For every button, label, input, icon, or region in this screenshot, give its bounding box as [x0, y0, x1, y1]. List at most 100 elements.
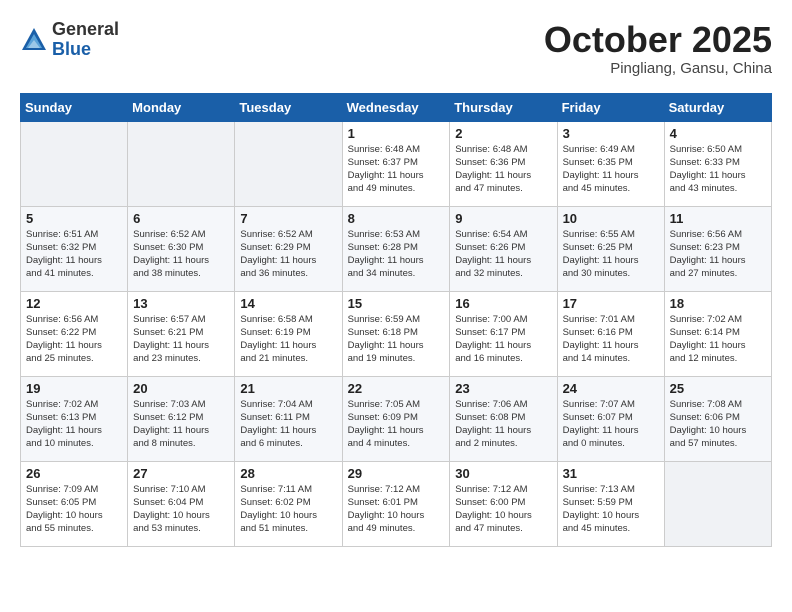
calendar-day-2: 2Sunrise: 6:48 AM Sunset: 6:36 PM Daylig… [450, 121, 557, 206]
day-info: Sunrise: 7:07 AM Sunset: 6:07 PM Dayligh… [563, 398, 659, 451]
day-info: Sunrise: 7:13 AM Sunset: 5:59 PM Dayligh… [563, 483, 659, 536]
calendar-day-29: 29 Sunrise: 7:12 AM Sunset: 6:01 PM Dayli… [342, 461, 450, 546]
calendar-day-11: 11Sunrise: 6:56 AM Sunset: 6:23 PM Dayli… [664, 206, 771, 291]
day-info: Sunrise: 7:08 AM Sunset: 6:06 PM Dayligh… [670, 398, 766, 451]
day-number: 6 [133, 211, 229, 226]
day-number: 17 [563, 296, 659, 311]
calendar-day-empty [664, 461, 771, 546]
calendar-day-24: 24Sunrise: 7:07 AM Sunset: 6:07 PM Dayli… [557, 376, 664, 461]
day-info: Sunrise: 6:50 AM Sunset: 6:33 PM Dayligh… [670, 143, 766, 196]
day-number: 22 [348, 381, 445, 396]
logo-icon [20, 26, 48, 54]
day-number: 23 [455, 381, 551, 396]
weekday-header-sunday: Sunday [21, 93, 128, 121]
day-info: Sunrise: 6:56 AM Sunset: 6:22 PM Dayligh… [26, 313, 122, 366]
day-number: 25 [670, 381, 766, 396]
day-number: 9 [455, 211, 551, 226]
day-number: 26 [26, 466, 122, 481]
day-number: 3 [563, 126, 659, 141]
calendar-day-22: 22 Sunrise: 7:05 AM Sunset: 6:09 PM Dayli… [342, 376, 450, 461]
day-info: Sunrise: 7:02 AM Sunset: 6:13 PM Dayligh… [26, 398, 122, 451]
day-info: Sunrise: 6:55 AM Sunset: 6:25 PM Dayligh… [563, 228, 659, 281]
day-info: Sunrise: 7:10 AM Sunset: 6:04 PM Dayligh… [133, 483, 229, 536]
day-info: Sunrise: 7:06 AM Sunset: 6:08 PM Dayligh… [455, 398, 551, 451]
calendar-week-3: 12 Sunrise: 6:56 AM Sunset: 6:22 PM Dayli… [21, 291, 772, 376]
page-header: General Blue October 2025 Pingliang, Gan… [20, 20, 772, 77]
day-info: Sunrise: 6:57 AM Sunset: 6:21 PM Dayligh… [133, 313, 229, 366]
day-number: 7 [240, 211, 336, 226]
calendar-day-30: 30 Sunrise: 7:12 AM Sunset: 6:00 PM Dayli… [450, 461, 557, 546]
day-info: Sunrise: 6:52 AM Sunset: 6:29 PM Dayligh… [240, 228, 336, 281]
day-number: 28 [240, 466, 336, 481]
calendar-day-4: 4Sunrise: 6:50 AM Sunset: 6:33 PM Daylig… [664, 121, 771, 206]
weekday-header-friday: Friday [557, 93, 664, 121]
day-number: 27 [133, 466, 229, 481]
day-number: 14 [240, 296, 336, 311]
day-number: 16 [455, 296, 551, 311]
calendar-day-10: 10 Sunrise: 6:55 AM Sunset: 6:25 PM Dayli… [557, 206, 664, 291]
day-number: 20 [133, 381, 229, 396]
calendar-day-18: 18 Sunrise: 7:02 AM Sunset: 6:14 PM Dayli… [664, 291, 771, 376]
day-info: Sunrise: 7:09 AM Sunset: 6:05 PM Dayligh… [26, 483, 122, 536]
calendar-day-17: 17 Sunrise: 7:01 AM Sunset: 6:16 PM Dayli… [557, 291, 664, 376]
day-number: 19 [26, 381, 122, 396]
calendar-day-8: 8Sunrise: 6:53 AM Sunset: 6:28 PM Daylig… [342, 206, 450, 291]
day-number: 13 [133, 296, 229, 311]
calendar-body: 1 Sunrise: 6:48 AM Sunset: 6:37 PM Daylig… [21, 121, 772, 546]
day-info: Sunrise: 7:12 AM Sunset: 6:01 PM Dayligh… [348, 483, 445, 536]
calendar-day-empty [21, 121, 128, 206]
calendar-day-28: 28 Sunrise: 7:11 AM Sunset: 6:02 PM Dayli… [235, 461, 342, 546]
day-info: Sunrise: 6:48 AM Sunset: 6:37 PM Dayligh… [348, 143, 445, 196]
weekday-header-thursday: Thursday [450, 93, 557, 121]
calendar-week-4: 19 Sunrise: 7:02 AM Sunset: 6:13 PM Dayli… [21, 376, 772, 461]
calendar-day-25: 25 Sunrise: 7:08 AM Sunset: 6:06 PM Dayli… [664, 376, 771, 461]
calendar-day-empty [235, 121, 342, 206]
day-number: 18 [670, 296, 766, 311]
day-number: 10 [563, 211, 659, 226]
logo: General Blue [20, 20, 119, 60]
day-info: Sunrise: 7:05 AM Sunset: 6:09 PM Dayligh… [348, 398, 445, 451]
day-number: 11 [670, 211, 766, 226]
day-info: Sunrise: 6:54 AM Sunset: 6:26 PM Dayligh… [455, 228, 551, 281]
calendar-day-1: 1 Sunrise: 6:48 AM Sunset: 6:37 PM Daylig… [342, 121, 450, 206]
day-info: Sunrise: 7:12 AM Sunset: 6:00 PM Dayligh… [455, 483, 551, 536]
day-number: 15 [348, 296, 445, 311]
day-info: Sunrise: 7:01 AM Sunset: 6:16 PM Dayligh… [563, 313, 659, 366]
day-info: Sunrise: 7:03 AM Sunset: 6:12 PM Dayligh… [133, 398, 229, 451]
weekday-header-wednesday: Wednesday [342, 93, 450, 121]
day-number: 5 [26, 211, 122, 226]
day-info: Sunrise: 6:49 AM Sunset: 6:35 PM Dayligh… [563, 143, 659, 196]
location-subtitle: Pingliang, Gansu, China [544, 60, 772, 77]
day-info: Sunrise: 7:04 AM Sunset: 6:11 PM Dayligh… [240, 398, 336, 451]
calendar-day-27: 27 Sunrise: 7:10 AM Sunset: 6:04 PM Dayli… [128, 461, 235, 546]
month-title: October 2025 [544, 20, 772, 60]
calendar-table: SundayMondayTuesdayWednesdayThursdayFrid… [20, 93, 772, 547]
calendar-day-7: 7 Sunrise: 6:52 AM Sunset: 6:29 PM Daylig… [235, 206, 342, 291]
calendar-day-5: 5 Sunrise: 6:51 AM Sunset: 6:32 PM Daylig… [21, 206, 128, 291]
day-number: 29 [348, 466, 445, 481]
calendar-week-1: 1 Sunrise: 6:48 AM Sunset: 6:37 PM Daylig… [21, 121, 772, 206]
calendar-day-16: 16 Sunrise: 7:00 AM Sunset: 6:17 PM Dayli… [450, 291, 557, 376]
day-info: Sunrise: 7:02 AM Sunset: 6:14 PM Dayligh… [670, 313, 766, 366]
calendar-week-5: 26 Sunrise: 7:09 AM Sunset: 6:05 PM Dayli… [21, 461, 772, 546]
calendar-day-empty [128, 121, 235, 206]
logo-text: General Blue [52, 20, 119, 60]
calendar-day-26: 26 Sunrise: 7:09 AM Sunset: 6:05 PM Dayli… [21, 461, 128, 546]
day-number: 8 [348, 211, 445, 226]
calendar-day-14: 14 Sunrise: 6:58 AM Sunset: 6:19 PM Dayli… [235, 291, 342, 376]
day-info: Sunrise: 6:58 AM Sunset: 6:19 PM Dayligh… [240, 313, 336, 366]
weekday-header-tuesday: Tuesday [235, 93, 342, 121]
day-number: 12 [26, 296, 122, 311]
day-number: 2 [455, 126, 551, 141]
weekday-header-monday: Monday [128, 93, 235, 121]
day-info: Sunrise: 6:51 AM Sunset: 6:32 PM Dayligh… [26, 228, 122, 281]
calendar-day-12: 12 Sunrise: 6:56 AM Sunset: 6:22 PM Dayli… [21, 291, 128, 376]
day-info: Sunrise: 7:00 AM Sunset: 6:17 PM Dayligh… [455, 313, 551, 366]
day-number: 1 [348, 126, 445, 141]
day-info: Sunrise: 6:52 AM Sunset: 6:30 PM Dayligh… [133, 228, 229, 281]
day-number: 30 [455, 466, 551, 481]
calendar-week-2: 5 Sunrise: 6:51 AM Sunset: 6:32 PM Daylig… [21, 206, 772, 291]
day-info: Sunrise: 7:11 AM Sunset: 6:02 PM Dayligh… [240, 483, 336, 536]
calendar-day-6: 6 Sunrise: 6:52 AM Sunset: 6:30 PM Daylig… [128, 206, 235, 291]
day-info: Sunrise: 6:59 AM Sunset: 6:18 PM Dayligh… [348, 313, 445, 366]
